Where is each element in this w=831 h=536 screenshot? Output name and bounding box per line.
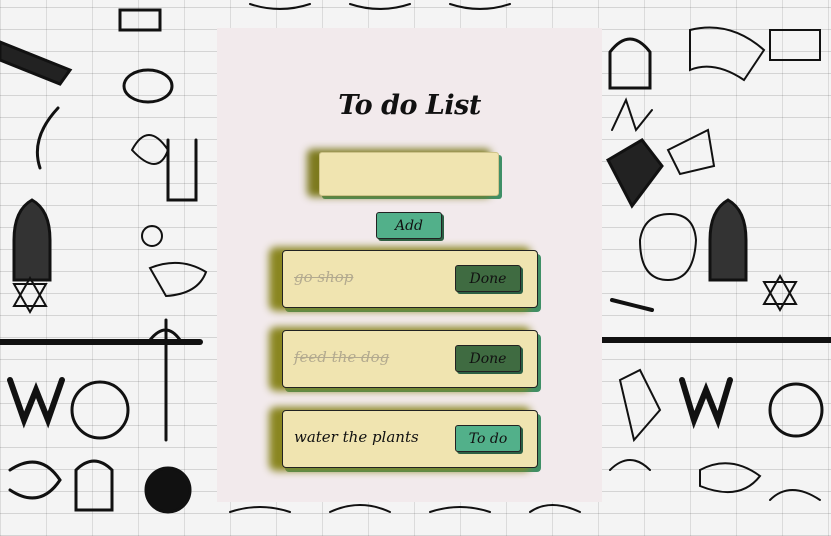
todo-text: water the plants — [294, 428, 419, 446]
todo-item: water the plants To do — [282, 410, 538, 468]
todo-list: go shop Done feed the dog Done water the… — [282, 250, 538, 490]
todo-button[interactable]: To do — [455, 425, 521, 452]
done-button[interactable]: Done — [455, 345, 521, 372]
todo-text: go shop — [294, 268, 354, 286]
todo-panel: To do List Add go shop Done feed the dog… — [217, 28, 602, 502]
add-button[interactable]: Add — [376, 212, 442, 239]
todo-item: go shop Done — [282, 250, 538, 308]
todo-text: feed the dog — [294, 348, 390, 366]
new-task-input[interactable] — [319, 152, 499, 196]
page-title: To do List — [338, 90, 481, 122]
todo-item: feed the dog Done — [282, 330, 538, 388]
done-button[interactable]: Done — [455, 265, 521, 292]
